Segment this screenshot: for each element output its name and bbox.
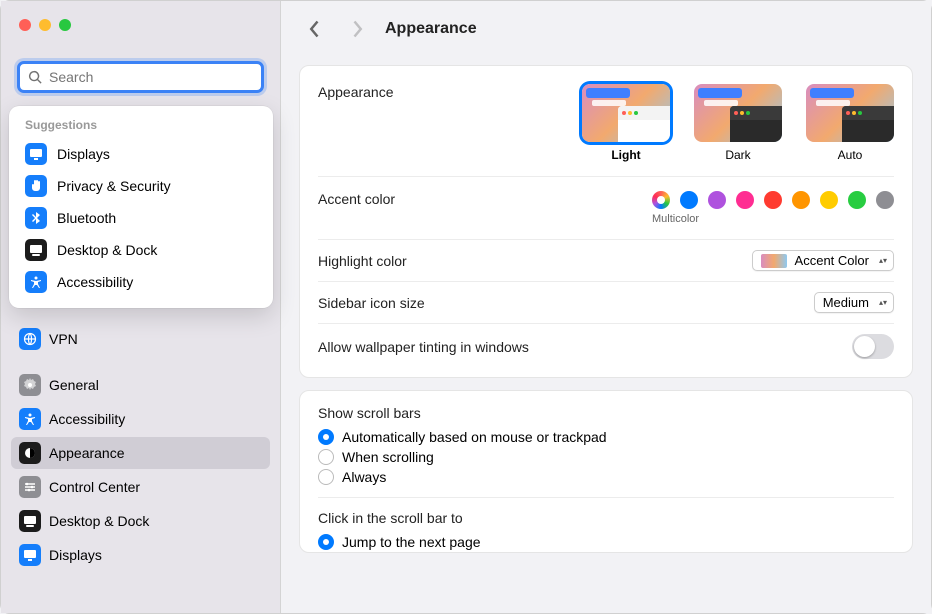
display-icon [25,143,47,165]
suggestions-heading: Suggestions [9,116,273,138]
highlight-value: Accent Color [795,253,869,268]
sidebar-item-control-center[interactable]: Control Center [11,471,270,503]
sidebar-item-label: Displays [49,547,102,563]
highlight-color-label: Highlight color [318,253,407,269]
radio-label: Jump to the next page [342,534,481,550]
hand-icon [25,175,47,197]
page-title: Appearance [385,20,477,38]
sidebar-item-label: Accessibility [49,411,125,427]
appearance-icon [19,442,41,464]
accent-color-pink[interactable] [736,191,754,209]
bluetooth-icon [25,207,47,229]
nav-forward-button [343,15,371,43]
accent-color-label: Accent color [318,191,395,207]
accent-color-blue[interactable] [680,191,698,209]
appearance-mode-light[interactable]: Light [582,84,670,162]
accessibility-icon [19,408,41,430]
display-icon [19,544,41,566]
search-input-wrap[interactable] [17,61,264,93]
highlight-color-dropdown[interactable]: Accent Color ▴▾ [752,250,894,271]
scrollbar-visibility-option[interactable]: Always [318,467,894,487]
appearance-thumbnail [582,84,670,142]
chevron-updown-icon: ▴▾ [877,300,889,306]
window-traffic-lights[interactable] [19,19,71,31]
sidebar-item-vpn[interactable]: VPN [11,323,270,355]
radio-label: Automatically based on mouse or trackpad [342,429,607,445]
scrollbar-click-option[interactable]: Jump to the next page [318,532,894,552]
accent-color-orange[interactable] [792,191,810,209]
main-content: Appearance Appearance Light Dark Auto [281,1,931,613]
header: Appearance [281,1,931,57]
appearance-mode-label: Auto [806,148,894,162]
accessibility-icon [25,271,47,293]
nav-back-button[interactable] [301,15,329,43]
highlight-swatch [761,254,787,268]
scrollbar-visibility-option[interactable]: When scrolling [318,447,894,467]
appearance-mode-label: Light [582,148,670,162]
suggestion-label: Privacy & Security [57,178,171,194]
sidebar-item-label: Control Center [49,479,140,495]
search-input[interactable] [49,69,253,85]
sliders-icon [19,476,41,498]
radio-icon [318,429,334,445]
wallpaper-tint-label: Allow wallpaper tinting in windows [318,339,529,355]
suggestion-item[interactable]: Displays [9,138,273,170]
accent-color-multi[interactable] [652,191,670,209]
accent-color-yellow[interactable] [820,191,838,209]
radio-icon [318,469,334,485]
suggestion-label: Desktop & Dock [57,242,157,258]
sidebar-item-appearance[interactable]: Appearance [11,437,270,469]
minimize-window-button[interactable] [39,19,51,31]
scroll-panel: Show scroll bars Automatically based on … [299,390,913,553]
chevron-updown-icon: ▴▾ [877,258,889,264]
accent-selected-label: Multicolor [652,213,894,225]
accent-color-red[interactable] [764,191,782,209]
suggestion-label: Accessibility [57,274,133,290]
sidebar-icon-size-value: Medium [823,295,869,310]
accent-color-purple[interactable] [708,191,726,209]
sidebar-icon-size-dropdown[interactable]: Medium ▴▾ [814,292,894,313]
sidebar-item-displays[interactable]: Displays [11,539,270,571]
accent-color-green[interactable] [848,191,866,209]
zoom-window-button[interactable] [59,19,71,31]
sidebar-item-label: VPN [49,331,78,347]
suggestion-label: Bluetooth [57,210,116,226]
accent-color-gray[interactable] [876,191,894,209]
appearance-thumbnail [694,84,782,142]
appearance-mode-label: Appearance [318,84,394,100]
sidebar-icon-size-label: Sidebar icon size [318,295,425,311]
sidebar-item-label: Appearance [49,445,125,461]
click-scrollbar-title: Click in the scroll bar to [318,510,894,526]
desk-icon [25,239,47,261]
radio-icon [318,449,334,465]
radio-label: Always [342,469,386,485]
suggestion-item[interactable]: Bluetooth [9,202,273,234]
appearance-thumbnail [806,84,894,142]
desk-icon [19,510,41,532]
close-window-button[interactable] [19,19,31,31]
gear-icon [19,374,41,396]
appearance-mode-dark[interactable]: Dark [694,84,782,162]
radio-icon [318,534,334,550]
sidebar-item-label: General [49,377,99,393]
sidebar-item-general[interactable]: General [11,369,270,401]
sidebar-item-label: Desktop & Dock [49,513,149,529]
appearance-panel: Appearance Light Dark Auto Accent color [299,65,913,378]
radio-label: When scrolling [342,449,434,465]
globe-icon [19,328,41,350]
scrollbars-title: Show scroll bars [318,405,894,421]
sidebar-item-desktop-dock[interactable]: Desktop & Dock [11,505,270,537]
suggestion-item[interactable]: Privacy & Security [9,170,273,202]
appearance-mode-auto[interactable]: Auto [806,84,894,162]
search-suggestions-popover: Suggestions Displays Privacy & Security … [9,106,273,308]
scrollbar-visibility-option[interactable]: Automatically based on mouse or trackpad [318,427,894,447]
suggestion-item[interactable]: Desktop & Dock [9,234,273,266]
sidebar-item-accessibility[interactable]: Accessibility [11,403,270,435]
suggestion-item[interactable]: Accessibility [9,266,273,298]
appearance-mode-label: Dark [694,148,782,162]
wallpaper-tint-toggle[interactable] [852,334,894,359]
suggestion-label: Displays [57,146,110,162]
search-icon [28,70,43,85]
